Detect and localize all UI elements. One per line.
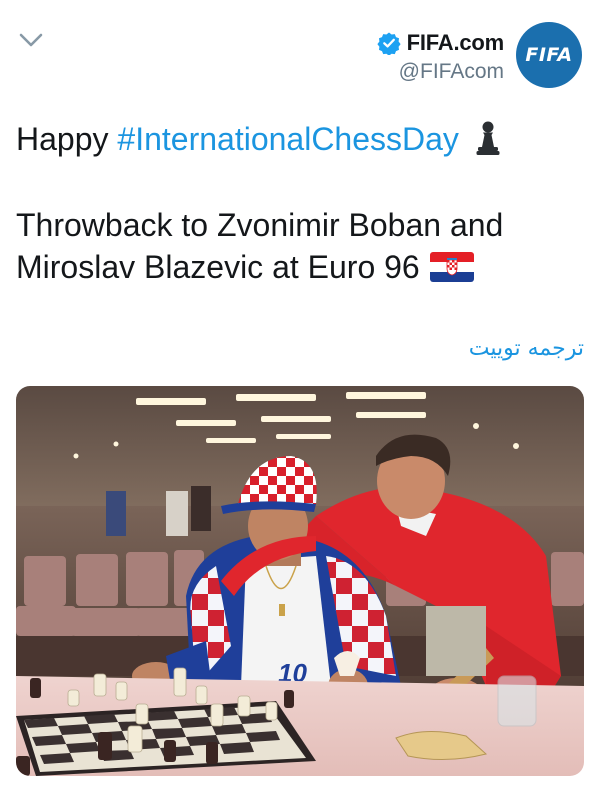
tweet-line-2: Throwback to Zvonimir Boban and (16, 207, 504, 243)
chevron-down-icon[interactable] (18, 30, 44, 50)
avatar[interactable]: FIFA (516, 22, 582, 88)
tweet-line-3: Miroslav Blazevic at Euro 96 (16, 246, 586, 288)
chess-photo-illustration: 10 (16, 386, 584, 776)
tweet-text: Happy #InternationalChessDay Throwback t… (16, 118, 586, 288)
tweet-line-3-text: Miroslav Blazevic at Euro 96 (16, 249, 420, 285)
chess-pawn-icon (476, 121, 500, 155)
translate-tweet-link[interactable]: ترجمه توییت (469, 336, 584, 361)
hashtag-link[interactable]: #InternationalChessDay (117, 121, 459, 157)
display-name-row: FIFA.com (376, 30, 505, 56)
tweet-photo[interactable]: 10 (16, 386, 584, 776)
tweet-text-prefix: Happy (16, 121, 118, 157)
display-name[interactable]: FIFA.com (407, 30, 505, 56)
verified-badge-icon (376, 32, 401, 55)
avatar-logo-text: FIFA (525, 44, 573, 66)
user-handle[interactable]: @FIFAcom (377, 60, 504, 84)
tweet-line-1: Happy #InternationalChessDay (16, 118, 586, 160)
tweet-author[interactable]: FIFA.com @FIFAcom (376, 30, 505, 84)
croatia-flag-icon (429, 252, 474, 282)
